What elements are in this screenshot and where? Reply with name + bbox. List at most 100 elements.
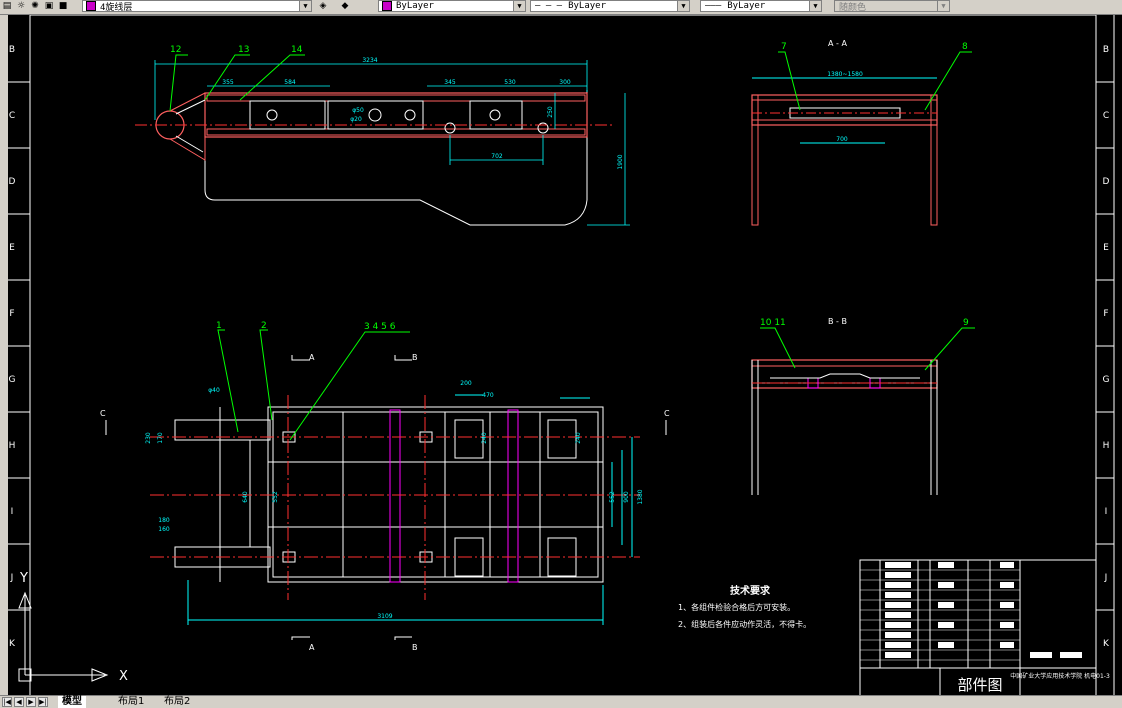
section-title: B - B	[828, 317, 847, 326]
row-label: C	[9, 111, 15, 121]
layer-dropdown[interactable]: 4旋线层 ▼	[82, 0, 312, 12]
layer-color-swatch	[86, 1, 96, 11]
dim-label: 170	[157, 432, 164, 444]
tab-layout1[interactable]: 布局1	[114, 696, 148, 708]
dim-label: 345	[444, 79, 456, 86]
title-block-drawing-name: 部件图	[957, 676, 1002, 694]
section-mark-label: B	[412, 643, 418, 652]
tab-model[interactable]: 模型	[58, 696, 86, 708]
left-dock-strip	[0, 15, 8, 695]
dash-line-icon: — — —	[535, 1, 563, 11]
color-swatch	[382, 1, 392, 11]
dim-label: 3109	[377, 613, 392, 620]
lineweight-dropdown-value: ByLayer	[727, 1, 766, 11]
row-label: H	[9, 441, 16, 451]
row-label: D	[1103, 177, 1110, 187]
callout-number: 8	[962, 42, 968, 52]
sun-freeze-icon[interactable]: ✺	[28, 0, 42, 12]
lock-icon[interactable]: ▣	[42, 0, 56, 12]
dim-label: 160	[158, 526, 170, 533]
notes-title: 技术要求	[730, 584, 771, 597]
first-tab-icon[interactable]: |◀	[2, 697, 12, 707]
dim-label: φ50	[352, 107, 364, 114]
chevron-down-icon[interactable]: ▼	[677, 1, 689, 11]
row-label: G	[1103, 375, 1110, 385]
section-mark-label: B	[412, 353, 418, 362]
callout-number: 14	[291, 45, 303, 55]
linetype-dropdown[interactable]: — — — ByLayer ▼	[530, 0, 690, 12]
make-layer-current-icon[interactable]: ◈	[316, 0, 330, 12]
plotstyle-dropdown-value: 随颜色	[839, 2, 867, 12]
dim-label: 180	[158, 517, 170, 524]
solid-line-icon: ———	[705, 1, 722, 11]
section-mark-label: A	[309, 643, 315, 652]
dim-label: φ40	[208, 387, 220, 394]
layer-color-icon[interactable]: ■	[56, 0, 70, 12]
lightbulb-icon[interactable]: ☼	[14, 0, 28, 12]
dim-label: 640	[242, 491, 249, 503]
dim-label: 1900	[617, 154, 624, 169]
ucs-x-label: X	[119, 669, 128, 684]
row-label: F	[9, 309, 14, 319]
plotstyle-dropdown: 随颜色 ▼	[834, 0, 950, 12]
row-label: D	[9, 177, 16, 187]
dim-label: 470	[482, 392, 494, 399]
section-title: A - A	[828, 39, 847, 48]
dim-label: 240	[481, 432, 488, 444]
properties-toolbar: ▤ ☼ ✺ ▣ ■ 4旋线层 ▼ ◈ ◆ ByLayer ▼ — — — ByL…	[0, 0, 1122, 15]
section-mark-label: C	[664, 409, 670, 418]
note-item: 2、组装后各件应动作灵活，不得卡。	[678, 619, 811, 629]
dim-label: 702	[491, 153, 503, 160]
next-tab-icon[interactable]: ▶	[26, 697, 36, 707]
callout-number: 7	[781, 42, 787, 52]
section-mark-label: A	[309, 353, 315, 362]
row-label: H	[1103, 441, 1110, 451]
dim-label: 530	[504, 79, 516, 86]
tab-layout2[interactable]: 布局2	[160, 696, 194, 708]
row-label: B	[9, 45, 15, 55]
row-label: E	[9, 243, 15, 253]
chevron-down-icon[interactable]: ▼	[299, 1, 311, 11]
chevron-down-icon: ▼	[937, 1, 949, 11]
row-label: F	[1103, 309, 1108, 319]
color-dropdown[interactable]: ByLayer ▼	[378, 0, 526, 12]
layer-previous-icon[interactable]: ◆	[338, 0, 352, 12]
note-item: 1、各组件检验合格后方可安装。	[678, 602, 795, 612]
dim-label: 900	[623, 491, 630, 503]
layout-tab-bar: |◀ ◀ ▶ ▶| 模型 布局1 布局2	[0, 695, 1122, 708]
row-label: J	[1104, 573, 1108, 583]
callout-number: 2	[261, 321, 267, 331]
layer-manager-icon[interactable]: ▤	[0, 0, 14, 12]
callout-number: 12	[170, 45, 181, 55]
dim-label: 1380~1580	[827, 71, 863, 78]
dim-label: 200	[460, 380, 472, 387]
dim-label: 700	[836, 136, 848, 143]
callout-number: 13	[238, 45, 249, 55]
callout-number: 3 4 5 6	[364, 322, 396, 332]
dim-label: φ20	[350, 116, 362, 123]
row-label: I	[1105, 507, 1108, 517]
row-label: J	[10, 573, 14, 583]
callout-number: 10 11	[760, 318, 786, 328]
row-label: E	[1103, 243, 1109, 253]
dim-label: 230	[145, 432, 152, 444]
row-label: G	[9, 375, 16, 385]
linetype-dropdown-value: ByLayer	[568, 1, 607, 11]
section-aa-title: A - A	[828, 39, 847, 48]
row-label: I	[11, 507, 14, 517]
row-label: B	[1103, 45, 1109, 55]
chevron-down-icon[interactable]: ▼	[513, 1, 525, 11]
dim-label: 1380	[637, 489, 644, 504]
layer-dropdown-value: 4旋线层	[100, 2, 133, 12]
last-tab-icon[interactable]: ▶|	[38, 697, 48, 707]
prev-tab-icon[interactable]: ◀	[14, 697, 24, 707]
lineweight-dropdown[interactable]: ——— ByLayer ▼	[700, 0, 822, 12]
title-block-company: 中国矿业大学应用技术学院 机电01-3	[1010, 672, 1110, 680]
drawing-canvas[interactable]: B C D E F G H I J K B C D E F G H I J K	[8, 15, 1122, 695]
dim-label: 552	[609, 491, 616, 503]
ucs-y-label: Y	[19, 571, 28, 586]
chevron-down-icon[interactable]: ▼	[809, 1, 821, 11]
dim-label: 355	[222, 79, 234, 86]
section-bb-title: B - B	[828, 317, 847, 326]
section-mark-label: C	[100, 409, 106, 418]
